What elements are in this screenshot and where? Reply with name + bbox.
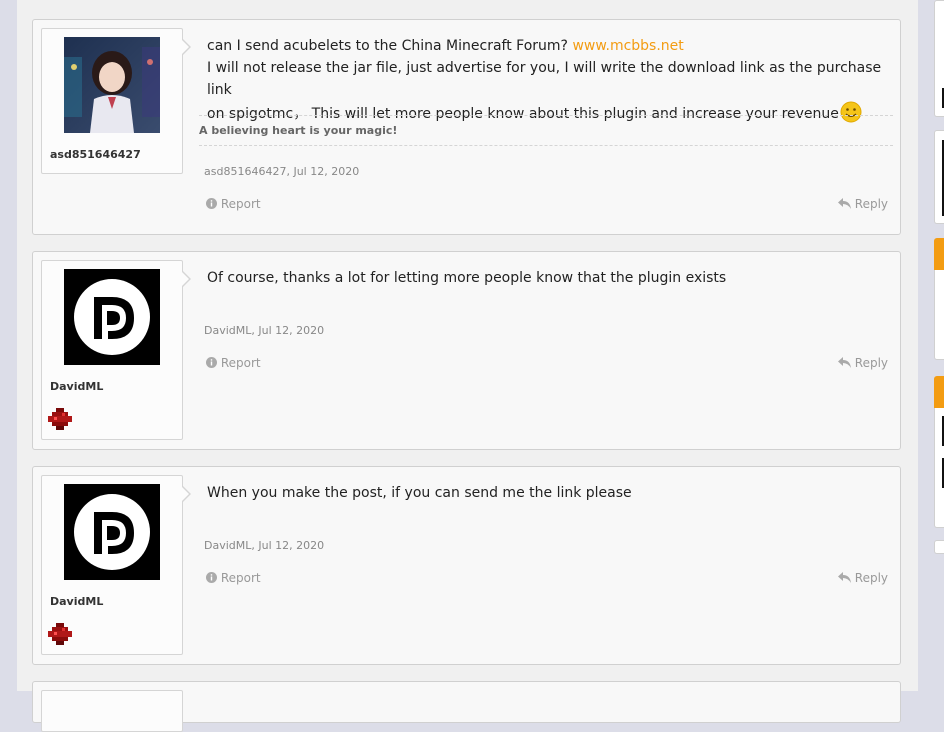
post: asd851646427 can I send acubelets to the…: [32, 19, 901, 235]
speech-arrow: [182, 486, 191, 502]
post-date[interactable]: Jul 12, 2020: [293, 165, 359, 178]
user-block: DavidML: [41, 260, 191, 440]
message-line: I will not release the jar file, just ad…: [207, 60, 882, 98]
post-meta: DavidML, Jul 12, 2020: [204, 324, 325, 337]
speech-arrow: [182, 271, 191, 287]
username[interactable]: asd851646427: [50, 148, 141, 161]
reply-button[interactable]: Reply: [837, 197, 888, 211]
report-button[interactable]: Report: [206, 197, 261, 211]
user-block: [41, 690, 183, 732]
avatar[interactable]: [64, 37, 160, 133]
username[interactable]: DavidML: [50, 380, 103, 393]
message-body: When you make the post, if you can send …: [207, 482, 887, 504]
report-label: Report: [220, 571, 261, 585]
reply-label: Reply: [854, 571, 888, 585]
signature: A believing heart is your magic!: [199, 115, 893, 146]
message-line: When you make the post, if you can send …: [207, 485, 632, 501]
info-circle-icon: [206, 572, 217, 583]
message-line: can I send acubelets to the China Minecr…: [207, 35, 887, 57]
reply-button[interactable]: Reply: [837, 356, 888, 370]
redstone-badge-icon: [48, 408, 72, 430]
report-button[interactable]: Report: [206, 356, 261, 370]
report-label: Report: [220, 356, 261, 370]
reply-arrow-icon: [837, 572, 851, 583]
reply-button[interactable]: Reply: [837, 571, 888, 585]
thread-content: asd851646427 can I send acubelets to the…: [17, 0, 918, 732]
post: DavidML When you make the post, if you c…: [32, 466, 901, 665]
post: [32, 681, 901, 732]
redstone-badge-icon: [48, 623, 72, 645]
info-circle-icon: [206, 198, 217, 209]
message-text: can I send acubelets to the China Minecr…: [207, 38, 573, 54]
sidebar-panel: [934, 540, 944, 554]
post-author[interactable]: asd851646427: [204, 165, 286, 178]
user-block: DavidML: [41, 475, 191, 655]
post-actions: Report Reply: [204, 356, 888, 374]
post-meta: DavidML, Jul 12, 2020: [204, 539, 325, 552]
sidebar-header: [934, 238, 944, 270]
reply-arrow-icon: [837, 198, 851, 209]
message-body: Of course, thanks a lot for letting more…: [207, 267, 887, 289]
post-author[interactable]: DavidML: [204, 539, 251, 552]
message-body: can I send acubelets to the China Minecr…: [207, 35, 887, 125]
avatar[interactable]: [64, 484, 160, 580]
username[interactable]: DavidML: [50, 595, 103, 608]
info-circle-icon: [206, 357, 217, 368]
post: DavidML Of course, thanks a lot for lett…: [32, 251, 901, 450]
avatar[interactable]: [64, 269, 160, 365]
reply-arrow-icon: [837, 357, 851, 368]
post-meta: asd851646427, Jul 12, 2020: [204, 165, 360, 178]
post-actions: Report Reply: [204, 571, 888, 589]
report-label: Report: [220, 197, 261, 211]
reply-label: Reply: [854, 197, 888, 211]
report-button[interactable]: Report: [206, 571, 261, 585]
post-author[interactable]: DavidML: [204, 324, 251, 337]
sidebar-header: [934, 376, 944, 408]
user-block: asd851646427: [41, 28, 191, 174]
message-line: Of course, thanks a lot for letting more…: [207, 270, 727, 286]
message-link[interactable]: www.mcbbs.net: [572, 38, 683, 54]
speech-arrow: [182, 39, 191, 55]
post-date[interactable]: Jul 12, 2020: [258, 324, 324, 337]
post-date[interactable]: Jul 12, 2020: [258, 539, 324, 552]
reply-label: Reply: [854, 356, 888, 370]
post-actions: Report Reply: [204, 197, 888, 215]
